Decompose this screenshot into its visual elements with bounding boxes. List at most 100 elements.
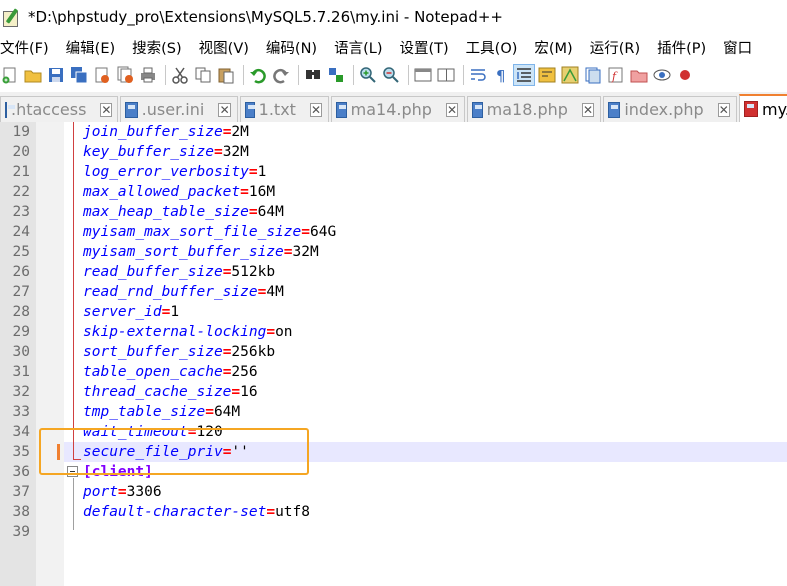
notepad-app-icon <box>2 7 20 27</box>
code-line[interactable]: 30 sort_buffer_size=256kb <box>0 342 787 362</box>
line-number: 37 <box>12 484 30 500</box>
menu-settings[interactable]: 设置(T) <box>399 37 448 58</box>
ini-value: 32M <box>292 244 319 260</box>
ini-operator: = <box>283 244 293 260</box>
menu-file[interactable]: 文件(F) <box>0 37 49 58</box>
line-number: 20 <box>12 144 30 160</box>
menu-tools[interactable]: 工具(O) <box>466 37 518 58</box>
tab-close-icon[interactable]: ✕ <box>100 102 113 117</box>
toolbar-separator <box>408 65 409 85</box>
code-text: log_error_verbosity=1 <box>83 162 266 182</box>
show-all-chars-icon[interactable]: ¶ <box>491 65 511 85</box>
code-text: skip-external-locking=on <box>83 322 293 342</box>
ini-value: 64M <box>213 404 241 420</box>
tab-close-icon[interactable]: ✕ <box>581 102 594 117</box>
toolbar: ¶ f <box>0 60 787 90</box>
tab-index-php[interactable]: index.php ✕ <box>603 96 737 122</box>
tab-my-ini[interactable]: my. <box>739 94 787 122</box>
line-number: 22 <box>12 184 30 200</box>
find-icon[interactable] <box>303 65 323 85</box>
code-line[interactable]: 24 myisam_max_sort_file_size=64G <box>0 222 787 242</box>
line-number: 23 <box>12 204 30 220</box>
code-line[interactable]: 19 join_buffer_size=2M <box>0 122 787 142</box>
toolbar-separator <box>463 65 464 85</box>
ini-key: sort_buffer_size <box>83 344 223 360</box>
cut-icon[interactable] <box>170 65 190 85</box>
toolbar-separator <box>298 65 299 85</box>
tab-close-icon[interactable]: ✕ <box>309 102 322 117</box>
doc-map-icon[interactable] <box>560 65 580 85</box>
sync-horizontal-icon[interactable] <box>436 65 456 85</box>
define-language-icon[interactable] <box>537 65 557 85</box>
code-line[interactable]: 21 log_error_verbosity=1 <box>0 162 787 182</box>
code-line[interactable]: 28 server_id=1 <box>0 302 787 322</box>
function-list-icon[interactable]: f <box>606 65 626 85</box>
code-line[interactable]: 20 key_buffer_size=32M <box>0 142 787 162</box>
line-number: 38 <box>12 504 30 520</box>
menu-view[interactable]: 视图(V) <box>199 37 249 58</box>
copy-icon[interactable] <box>193 65 213 85</box>
code-line[interactable]: 37 port=3306 <box>0 482 787 502</box>
menu-window[interactable]: 窗口 <box>723 37 752 58</box>
word-wrap-icon[interactable] <box>468 65 488 85</box>
code-line[interactable]: 22 max_allowed_packet=16M <box>0 182 787 202</box>
tab-htaccess[interactable]: .htaccess ✕ <box>0 96 118 122</box>
tab-1-txt[interactable]: 1.txt ✕ <box>240 96 329 122</box>
print-icon[interactable] <box>138 65 158 85</box>
tab-user-ini[interactable]: .user.ini ✕ <box>120 96 238 122</box>
close-file-icon[interactable] <box>92 65 112 85</box>
monitoring-icon[interactable] <box>652 65 672 85</box>
tab-ma14-php[interactable]: ma14.php ✕ <box>331 96 465 122</box>
ini-value: 16M <box>248 184 276 200</box>
new-file-icon[interactable] <box>0 65 20 85</box>
menu-encoding[interactable]: 编码(N) <box>266 37 317 58</box>
menu-edit[interactable]: 编辑(E) <box>66 37 115 58</box>
save-icon[interactable] <box>46 65 66 85</box>
ini-operator: = <box>266 504 276 520</box>
menu-language[interactable]: 语言(L) <box>334 37 382 58</box>
code-line[interactable]: 38 default-character-set=utf8 <box>0 502 787 522</box>
menu-plugins[interactable]: 插件(P) <box>657 37 706 58</box>
code-line[interactable]: 32 thread_cache_size=16 <box>0 382 787 402</box>
undo-icon[interactable] <box>248 65 268 85</box>
code-line[interactable]: 23 max_heap_table_size=64M <box>0 202 787 222</box>
replace-icon[interactable] <box>326 65 346 85</box>
code-line[interactable]: 33 tmp_table_size=64M <box>0 402 787 422</box>
code-line[interactable]: 39 <box>0 522 787 542</box>
tab-close-icon[interactable]: ✕ <box>445 102 458 117</box>
redo-icon[interactable] <box>271 65 291 85</box>
tab-bar: .htaccess ✕ .user.ini ✕ 1.txt ✕ ma14.php ✕ m… <box>0 92 787 122</box>
record-macro-icon[interactable] <box>675 65 695 85</box>
tab-close-icon[interactable]: ✕ <box>218 102 231 117</box>
sync-vertical-icon[interactable] <box>413 65 433 85</box>
doc-list-icon[interactable] <box>583 65 603 85</box>
close-all-icon[interactable] <box>115 65 135 85</box>
menu-search[interactable]: 搜索(S) <box>132 37 182 58</box>
code-line[interactable]: 27 read_rnd_buffer_size=4M <box>0 282 787 302</box>
menu-macro[interactable]: 宏(M) <box>534 37 572 58</box>
code-line[interactable]: 31 table_open_cache=256 <box>0 362 787 382</box>
indent-guide-icon[interactable] <box>513 64 535 86</box>
code-line[interactable]: 26 read_buffer_size=512kb <box>0 262 787 282</box>
ini-key: read_rnd_buffer_size <box>83 284 258 300</box>
line-number: 31 <box>12 364 30 380</box>
folder-workspace-icon[interactable] <box>629 65 649 85</box>
code-text: thread_cache_size=16 <box>83 382 258 402</box>
zoom-out-icon[interactable] <box>381 65 401 85</box>
title-bar: *D:\phpstudy_pro\Extensions\MySQL5.7.26\… <box>0 0 787 33</box>
open-file-icon[interactable] <box>23 65 43 85</box>
tab-close-icon[interactable]: ✕ <box>717 102 730 117</box>
ini-key: join_buffer_size <box>83 124 223 140</box>
code-line[interactable]: 29 skip-external-locking=on <box>0 322 787 342</box>
paste-icon[interactable] <box>216 65 236 85</box>
ini-key: table_open_cache <box>83 364 223 380</box>
file-icon <box>125 101 138 118</box>
save-all-icon[interactable] <box>69 65 89 85</box>
ini-key: key_buffer_size <box>83 144 214 160</box>
ini-operator: = <box>213 144 223 160</box>
menu-run[interactable]: 运行(R) <box>590 37 640 58</box>
code-text: max_heap_table_size=64M <box>83 202 284 222</box>
zoom-in-icon[interactable] <box>358 65 378 85</box>
tab-ma18-php[interactable]: ma18.php ✕ <box>467 96 601 122</box>
code-line[interactable]: 25 myisam_sort_buffer_size=32M <box>0 242 787 262</box>
